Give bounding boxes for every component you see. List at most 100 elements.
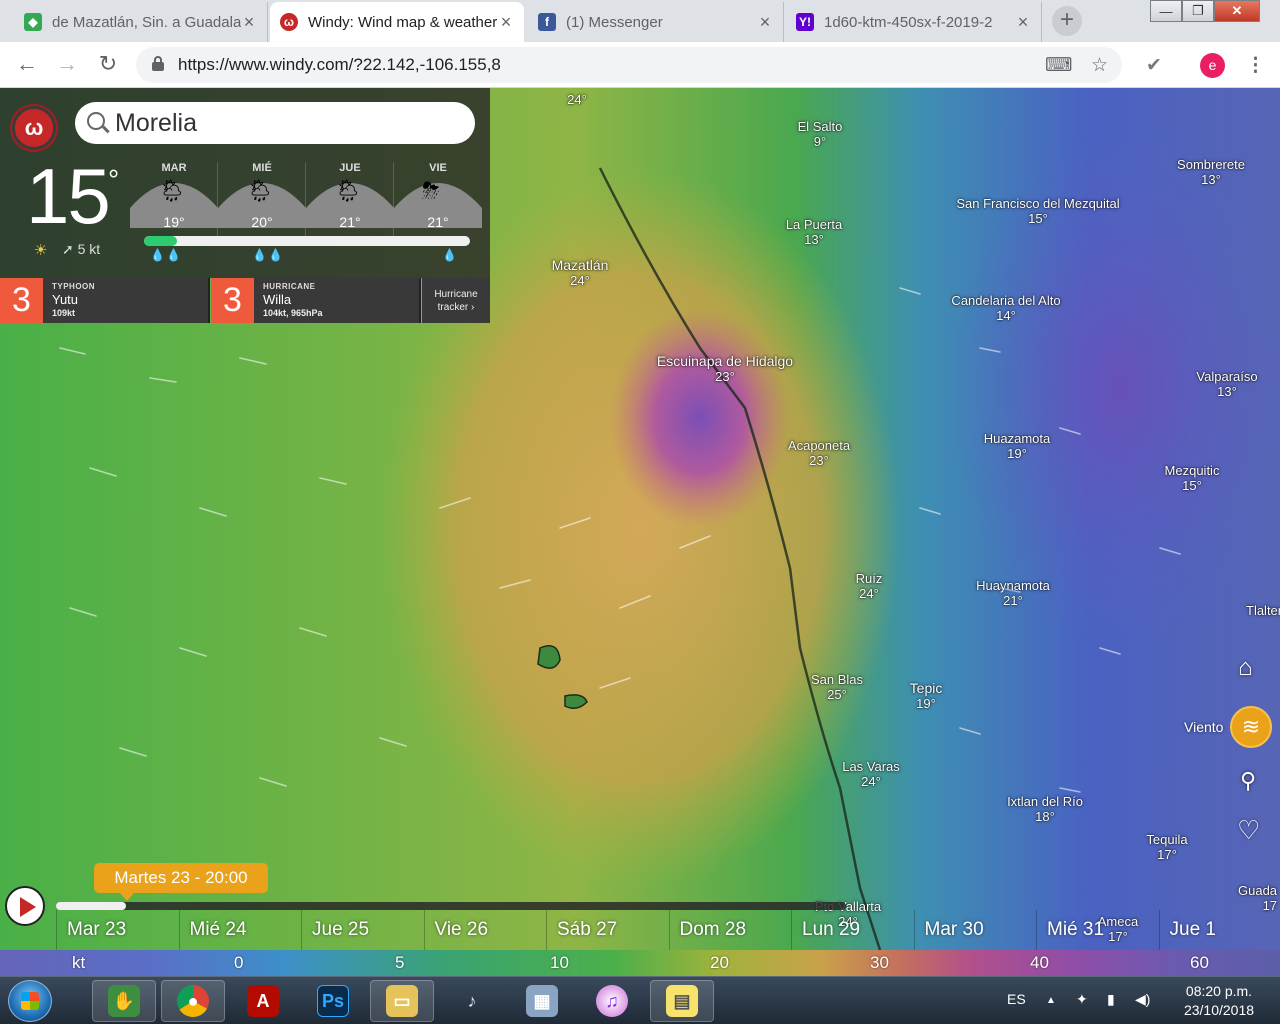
volume-icon[interactable]: ◀)	[1135, 991, 1150, 1008]
search-input[interactable]: Morelia	[75, 102, 475, 144]
forecast-day[interactable]: VIE ⛈ 21°	[394, 162, 482, 242]
storm-category: 3	[0, 278, 43, 323]
timeline-day[interactable]: Mar 23	[56, 910, 179, 950]
media-icon: ♪	[467, 990, 477, 1011]
rain-sun-icon: 🌦	[158, 178, 186, 203]
tab-google-maps[interactable]: ◆ de Mazatlán, Sin. a Guadalajara ×	[14, 2, 268, 42]
home-icon[interactable]: ⌂	[1238, 654, 1253, 682]
search-icon[interactable]: ⚲	[1240, 768, 1256, 794]
rain-drops-icon: 💧💧	[150, 248, 182, 262]
timeline-track[interactable]	[56, 902, 846, 910]
close-icon[interactable]: ×	[498, 12, 514, 33]
windy-logo-icon[interactable]: ω	[12, 106, 56, 150]
bookmark-star-icon[interactable]: ☆	[1091, 54, 1108, 77]
day-temp: 19°	[163, 214, 185, 230]
timeline-day[interactable]: Jue 25	[301, 910, 424, 950]
translate-icon[interactable]: ⌨	[1045, 54, 1072, 77]
forecast-day[interactable]: MAR 🌦 19°	[130, 162, 218, 242]
city-label: Tlaltenango	[1246, 603, 1280, 618]
timeline-day[interactable]: Vie 26	[423, 910, 547, 950]
forecast-day[interactable]: JUE 🌦 21°	[306, 162, 394, 242]
heart-icon[interactable]: ♡	[1237, 815, 1260, 846]
rain-progress-bar	[144, 236, 470, 246]
taskbar-media[interactable]: ♪	[440, 980, 504, 1022]
city-label: Huaynamota 21°	[976, 578, 1050, 608]
taskbar-chrome[interactable]: ●	[161, 980, 225, 1022]
taskbar-itunes[interactable]: ♫	[580, 980, 644, 1022]
timeline-day[interactable]: Mié 31	[1036, 910, 1159, 950]
wind-layer-button[interactable]: ≋	[1230, 706, 1272, 748]
taskbar-acrobat[interactable]: A	[231, 980, 295, 1022]
back-button[interactable]: ←	[14, 52, 40, 78]
storm-willa[interactable]: 3 HURRICANE Willa 104kt, 965hPa	[211, 278, 421, 323]
legend-tick: 5	[395, 953, 405, 972]
city-label: Mazatlán 24°	[551, 257, 609, 289]
forward-button[interactable]: →	[54, 52, 80, 78]
timeline-day[interactable]: Jue 1	[1158, 910, 1280, 950]
minimize-button[interactable]: —	[1150, 0, 1182, 22]
dropbox-icon[interactable]: ✦	[1076, 991, 1088, 1008]
hurricane-tracker-button[interactable]: Hurricane tracker ›	[422, 278, 490, 323]
storm-stats: 104kt, 965hPa	[263, 308, 323, 318]
taskbar-explorer[interactable]: ▭	[370, 980, 434, 1022]
city-label: Las Varas 24°	[842, 759, 900, 789]
city-label: Valparaíso 13°	[1196, 369, 1258, 399]
network-icon[interactable]: ▮	[1107, 991, 1115, 1008]
tab-title: (1) Messenger	[566, 13, 663, 31]
rain-drops-icon: 💧	[442, 248, 458, 262]
tab-messenger[interactable]: f (1) Messenger ×	[528, 2, 784, 42]
day-name: VIE	[429, 162, 447, 174]
timeline-day[interactable]: Mar 30	[913, 910, 1037, 950]
degree-symbol: °	[108, 164, 120, 195]
maximize-button[interactable]: ❐	[1182, 0, 1214, 22]
tray-expand-icon[interactable]: ▲	[1046, 995, 1056, 1006]
timeline-day[interactable]: Dom 28	[668, 910, 792, 950]
taskbar-photoshop[interactable]: Ps	[301, 980, 365, 1022]
tab-yahoo[interactable]: Y! 1d60-ktm-450sx-f-2019-2 ×	[786, 2, 1042, 42]
yahoo-icon: Y!	[796, 13, 814, 31]
city-label: Ruíz 24°	[855, 571, 883, 601]
itunes-icon: ♫	[596, 985, 628, 1017]
start-button[interactable]	[8, 980, 52, 1022]
forecast-days: MAR 🌦 19° MIÉ 🌦 20° JUE 🌦 21° VIE ⛈ 21°	[130, 162, 482, 242]
city-label: Sombrerete 13°	[1177, 157, 1245, 187]
address-bar[interactable]: https://www.windy.com/?22.142,-106.155,8	[136, 47, 1122, 83]
system-clock[interactable]: 08:20 p.m. 23/10/2018	[1166, 982, 1272, 1020]
taskbar-sticky-notes[interactable]: ▤	[650, 980, 714, 1022]
close-icon[interactable]: ×	[1015, 12, 1031, 33]
storm-stats: 109kt	[52, 308, 76, 318]
profile-avatar[interactable]: e	[1200, 53, 1225, 78]
chrome-icon: ●	[177, 985, 209, 1017]
play-button[interactable]	[5, 886, 45, 926]
tab-windy[interactable]: ω Windy: Wind map & weather ×	[270, 2, 524, 42]
tab-strip: ◆ de Mazatlán, Sin. a Guadalajara × ω Wi…	[0, 0, 1280, 42]
city-label: Acaponeta 23°	[787, 438, 851, 468]
storm-yutu[interactable]: 3 TYPHOON Yutu 109kt	[0, 278, 210, 323]
taskbar-app[interactable]: ✋	[92, 980, 156, 1022]
timeline-day[interactable]: Sáb 27	[546, 910, 669, 950]
city-label: Escuinapa de Hidalgo 23°	[656, 353, 794, 385]
search-value: Morelia	[115, 108, 197, 137]
legend-unit: kt	[72, 953, 86, 972]
time-bubble[interactable]: Martes 23 - 20:00	[94, 863, 268, 901]
thunderstorm-icon: ⛈	[422, 178, 440, 203]
taskbar-calculator[interactable]: ▦	[510, 980, 574, 1022]
tracker-label: Hurricane	[434, 289, 478, 300]
reload-button[interactable]: ↻	[95, 52, 121, 78]
app-icon: ✋	[108, 985, 140, 1017]
search-icon	[87, 112, 105, 130]
city-label: Huazamota 19°	[983, 431, 1051, 461]
extension-check-icon[interactable]: ✔	[1146, 54, 1162, 77]
photoshop-icon: Ps	[317, 985, 349, 1017]
window-close-button[interactable]: ✕	[1214, 0, 1260, 22]
city-label: San Blas 25°	[810, 672, 864, 702]
timeline-day[interactable]: Mié 24	[178, 910, 302, 950]
close-icon[interactable]: ×	[241, 12, 257, 33]
timeline-day[interactable]: Lun 29	[791, 910, 914, 950]
forecast-day[interactable]: MIÉ 🌦 20°	[218, 162, 306, 242]
close-icon[interactable]: ×	[757, 12, 773, 33]
language-indicator[interactable]: ES	[1007, 991, 1026, 1007]
menu-dots-icon[interactable]: ⋮	[1246, 54, 1265, 77]
new-tab-button[interactable]: +	[1052, 6, 1082, 36]
rain-progress-fill	[144, 236, 177, 246]
